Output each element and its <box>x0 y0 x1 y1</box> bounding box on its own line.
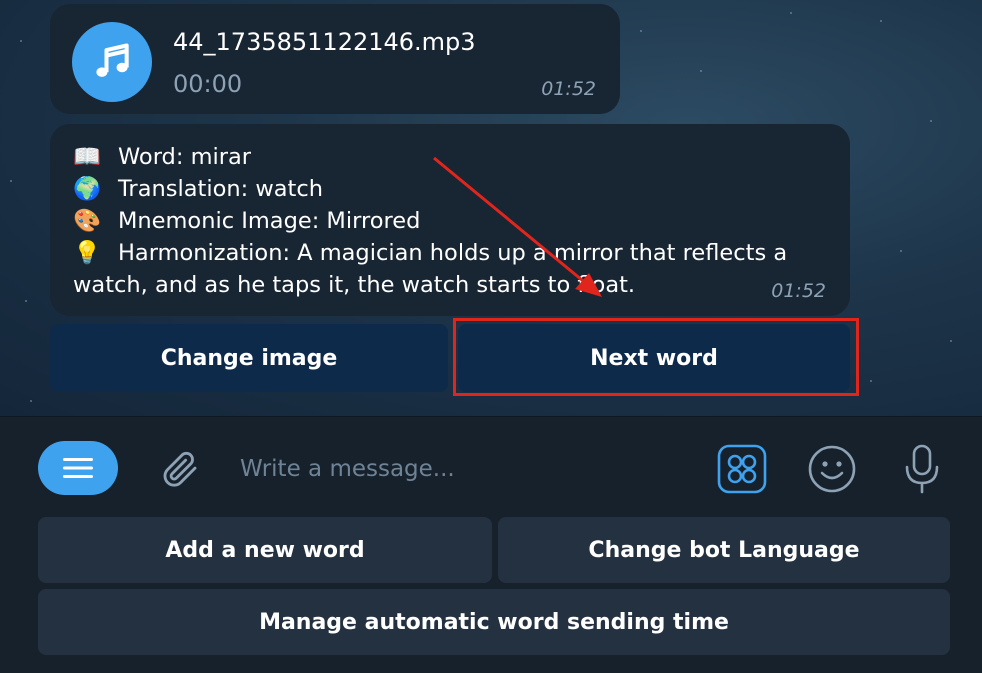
change-image-button[interactable]: Change image <box>50 324 448 392</box>
menu-icon <box>63 458 93 478</box>
message-time: 01:52 <box>541 78 596 100</box>
star <box>870 380 872 382</box>
microphone-icon <box>905 444 939 494</box>
apps-grid-icon <box>717 444 767 494</box>
audio-duration: 00:00 <box>173 70 243 98</box>
star <box>20 40 22 42</box>
change-bot-language-button[interactable]: Change bot Language <box>498 517 950 583</box>
book-icon: 📖 <box>73 144 102 170</box>
star <box>30 400 32 402</box>
star <box>930 120 932 122</box>
star <box>900 250 902 252</box>
word-message-text: 📖 Word: mirar 🌍 Translation: watch 🎨 Mnemon… <box>73 141 843 301</box>
star <box>10 180 12 182</box>
bot-commands-button[interactable] <box>714 441 770 497</box>
audio-filename: 44_1735851122146.mp3 <box>173 28 476 56</box>
word-message-bubble: 📖 Word: mirar 🌍 Translation: watch 🎨 Mnemon… <box>50 124 850 316</box>
star <box>25 300 27 302</box>
star <box>790 12 792 14</box>
audio-play-button[interactable] <box>72 22 152 102</box>
attach-button[interactable] <box>152 441 208 497</box>
audio-message-bubble: 44_1735851122146.mp3 00:00 01:52 <box>50 4 620 114</box>
word-line: 📖 Word: mirar <box>73 141 843 173</box>
add-new-word-button[interactable]: Add a new word <box>38 517 492 583</box>
voice-message-button[interactable] <box>894 441 950 497</box>
lightbulb-icon: 💡 <box>73 240 102 266</box>
emoji-icon <box>808 445 856 493</box>
harmonization-line: 💡 Harmonization: A magician holds up a mi… <box>73 237 843 301</box>
manage-sending-time-button[interactable]: Manage automatic word sending time <box>38 589 950 655</box>
composer-panel: Add a new word Change bot Language Manag… <box>0 416 982 673</box>
palette-icon: 🎨 <box>73 208 102 234</box>
next-word-button[interactable]: Next word <box>458 324 850 392</box>
message-time: 01:52 <box>771 280 826 302</box>
emoji-button[interactable] <box>804 441 860 497</box>
star <box>700 70 702 72</box>
star <box>880 20 882 22</box>
music-note-icon <box>96 43 129 77</box>
bot-menu-button[interactable] <box>38 441 118 495</box>
message-input[interactable] <box>238 447 682 491</box>
globe-icon: 🌍 <box>73 176 102 202</box>
mnemonic-line: 🎨 Mnemonic Image: Mirrored <box>73 205 843 237</box>
paperclip-icon <box>163 451 197 487</box>
star <box>640 30 642 32</box>
star <box>950 340 952 342</box>
translation-line: 🌍 Translation: watch <box>73 173 843 205</box>
